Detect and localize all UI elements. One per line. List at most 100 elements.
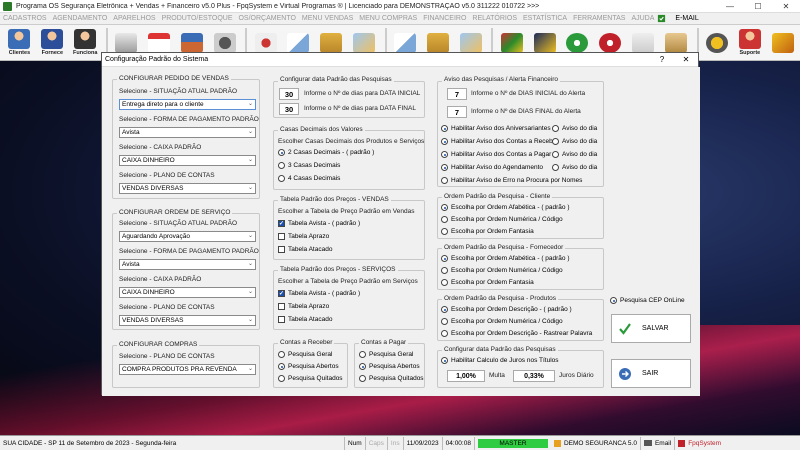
radio-icon xyxy=(441,279,448,286)
decimais-option-label: 3 Casas Decimais xyxy=(288,162,341,169)
menu-aparelhos[interactable]: APARELHOS xyxy=(110,15,158,22)
funciona-button[interactable]: Funciona xyxy=(70,27,101,59)
close-window-button[interactable]: ✕ xyxy=(772,2,800,11)
fornecedor-ordem-alfabetica[interactable]: Escolha por Ordem Afabética - ( padrão ) xyxy=(441,255,570,262)
multa-label: Multa xyxy=(489,372,505,379)
phone-icon xyxy=(254,32,277,53)
aviso-dia-receber[interactable]: Aviso do dia xyxy=(552,138,597,145)
suporte-button[interactable]: Suporte xyxy=(734,27,765,59)
menu-produto-estoque[interactable]: PRODUTO/ESTOQUE xyxy=(159,15,236,22)
pedido-pagamento-select[interactable]: Avista ⌄ xyxy=(119,127,256,138)
os-pagamento-select[interactable]: Avista ⌄ xyxy=(119,259,256,270)
fornecedor-ordem-fantasia[interactable]: Escolha por Ordem Fantasia xyxy=(441,279,534,286)
pagar-quitados[interactable]: Pesquisa Quitados xyxy=(359,375,424,382)
radio-icon xyxy=(278,175,285,182)
radio-icon xyxy=(441,125,448,132)
maximize-button[interactable]: ☐ xyxy=(744,2,772,11)
aviso-dia-aniversariantes[interactable]: Aviso do dia xyxy=(552,125,597,132)
fornecedor-ordem-numerica[interactable]: Escolha por Ordem Numérica / Código xyxy=(441,267,563,274)
servicos-tabela-atacado[interactable]: Tabela Atacado xyxy=(278,316,332,323)
menu-ferramentas[interactable]: FERRAMENTAS xyxy=(570,15,628,22)
pagar-abertos[interactable]: Pesquisa Abertos xyxy=(359,363,420,370)
dialog-close-button[interactable]: ✕ xyxy=(674,55,698,64)
receber-abertos[interactable]: Pesquisa Abertos xyxy=(278,363,339,370)
decimais-legend: Casas Decimais dos Valores xyxy=(278,126,365,133)
aviso-legend: Aviso das Pesquisas / Alerta Financeiro xyxy=(442,76,561,83)
data-final-input[interactable]: 30 xyxy=(279,103,299,115)
produtos-ordem-numerica[interactable]: Escolha por Ordem Numérica / Código xyxy=(441,318,563,325)
menu-os-orcamento[interactable]: OS/ORÇAMENTO xyxy=(235,15,298,22)
servicos-tabela-aprazo[interactable]: Tabela Aprazo xyxy=(278,303,329,310)
preco-servicos-subtitle: Escolher a Tabela de Preço Padrão em Ser… xyxy=(278,278,418,285)
sair-button[interactable]: SAIR xyxy=(611,359,691,388)
servicos-tabela-label: Tabela Aprazo xyxy=(288,303,330,310)
aviso-dia-pagar[interactable]: Aviso do dia xyxy=(552,151,597,158)
fornece-button[interactable]: Fornece xyxy=(37,27,68,59)
menu-financeiro[interactable]: FINANCEIRO xyxy=(420,15,469,22)
radio-icon xyxy=(552,151,559,158)
data-inicial-input[interactable]: 30 xyxy=(279,88,299,100)
notes-icon xyxy=(632,32,655,53)
pedido-caixa-select[interactable]: CAIXA DINHEIRO ⌄ xyxy=(119,155,256,166)
decimais-option-3[interactable]: 3 Casas Decimais xyxy=(278,162,340,169)
menu-relatorios[interactable]: RELATÓRIOS xyxy=(469,15,520,22)
menu-estatistica[interactable]: ESTATÍSTICA xyxy=(520,15,570,22)
cliente-ordem-fantasia[interactable]: Escolha por Ordem Fantasia xyxy=(441,228,534,235)
os-caixa-select[interactable]: CAIXA DINHEIRO ⌄ xyxy=(119,287,256,298)
aviso-group: Aviso das Pesquisas / Alerta Financeiro … xyxy=(437,76,604,187)
menu-agendamento[interactable]: AGENDAMENTO xyxy=(50,15,111,22)
os-contas-select[interactable]: VENDAS DIVERSAS ⌄ xyxy=(119,315,256,326)
pedido-caixa-label: Selecione - CAIXA PADRÃO xyxy=(119,144,202,151)
habilitar-juros-option[interactable]: Habilitar Calculo de Juros nos Títulos xyxy=(441,357,559,364)
clientes-button[interactable]: Clientes xyxy=(4,27,35,59)
decimais-option-4[interactable]: 4 Casas Decimais xyxy=(278,175,340,182)
pedido-situacao-select[interactable]: Entrega direto para o cliente ⌄ xyxy=(119,99,256,110)
servicos-tabela-avista[interactable]: ✓ Tabela Avista - ( padrão ) xyxy=(278,290,360,297)
receber-quitados[interactable]: Pesquisa Quitados xyxy=(278,375,343,382)
receber-geral[interactable]: Pesquisa Geral xyxy=(278,351,332,358)
status-brand-name: FpqSystem xyxy=(688,439,722,447)
os-situacao-select[interactable]: Aguardando Aprovação ⌄ xyxy=(119,231,256,242)
vendas-tabela-atacado[interactable]: Tabela Atacado xyxy=(278,246,332,253)
radio-icon xyxy=(552,138,559,145)
produtos-ordem-descricao[interactable]: Escolha por Ordem Descrição - ( padrão ) xyxy=(441,306,572,313)
compras-contas-select[interactable]: COMPRA PRODUTOS PRA REVENDA ⌄ xyxy=(119,364,256,375)
cliente-ordem-alfabetica[interactable]: Escolha por Ordem Afabética - ( padrão ) xyxy=(441,204,570,211)
help-button[interactable]: ? xyxy=(650,55,674,64)
pedido-contas-select[interactable]: VENDAS DIVERSAS ⌄ xyxy=(119,183,256,194)
menu-vendas[interactable]: MENU VENDAS xyxy=(299,15,356,22)
preco-vendas-group: Tabela Padrão dos Preços - VENDAS Escolh… xyxy=(273,196,425,260)
cliente-ordem-numerica[interactable]: Escolha por Ordem Numérica / Código xyxy=(441,216,563,223)
juros-input[interactable]: 0,33% xyxy=(513,370,555,382)
aviso-dia-label: Aviso do dia xyxy=(562,164,598,171)
menu-ajuda[interactable]: AJUDA xyxy=(628,15,657,22)
tools-button[interactable] xyxy=(702,27,733,59)
menu-email: E-MAIL xyxy=(675,15,699,22)
multa-input[interactable]: 1,00% xyxy=(447,370,485,382)
menu-compras[interactable]: MENU COMPRAS xyxy=(356,15,420,22)
cep-online-option[interactable]: Pesquisa CEP OnLine xyxy=(610,297,685,304)
aviso-inicial-input[interactable]: 7 xyxy=(447,88,467,100)
aviso-agendamento[interactable]: Habilitar Aviso do Agendamento xyxy=(441,164,543,171)
vendas-tabela-avista[interactable]: ✓ Tabela Avista - ( padrão ) xyxy=(278,220,360,227)
chevron-down-icon: ⌄ xyxy=(247,185,253,191)
aviso-final-input[interactable]: 7 xyxy=(447,106,467,118)
os-caixa-value: CAIXA DINHEIRO xyxy=(122,289,175,296)
radio-icon xyxy=(441,177,448,184)
os-legend: CONFIGURAR ORDEM DE SERVIÇO xyxy=(117,209,233,216)
aviso-receber[interactable]: Habilitar Aviso dos Contas a Receber xyxy=(441,138,559,145)
aviso-erro-nomes[interactable]: Habilitar Aviso de Erro na Procura por N… xyxy=(441,177,582,184)
produtos-ordem-rastrear[interactable]: Escolha por Ordem Descrição - Rastrear P… xyxy=(441,330,592,337)
aviso-aniversariantes[interactable]: Habilitar Aviso dos Aniversariantes xyxy=(441,125,551,132)
status-email[interactable]: Email xyxy=(641,436,676,450)
salvar-button[interactable]: SALVAR xyxy=(611,314,691,343)
menu-cadastros[interactable]: CADASTROS xyxy=(0,15,50,22)
decimais-option-2[interactable]: 2 Casas Decimais - ( padrão ) xyxy=(278,149,374,156)
minimize-button[interactable]: — xyxy=(716,2,744,11)
menu-email-item[interactable]: E-MAIL xyxy=(657,14,701,23)
pagar-geral[interactable]: Pesquisa Geral xyxy=(359,351,413,358)
aviso-dia-agendamento[interactable]: Aviso do dia xyxy=(552,164,597,171)
vendas-tabela-aprazo[interactable]: Tabela Aprazo xyxy=(278,233,329,240)
exit-button[interactable] xyxy=(767,27,798,59)
aviso-pagar[interactable]: Habilitar Aviso dos Contas a Pagar xyxy=(441,151,551,158)
